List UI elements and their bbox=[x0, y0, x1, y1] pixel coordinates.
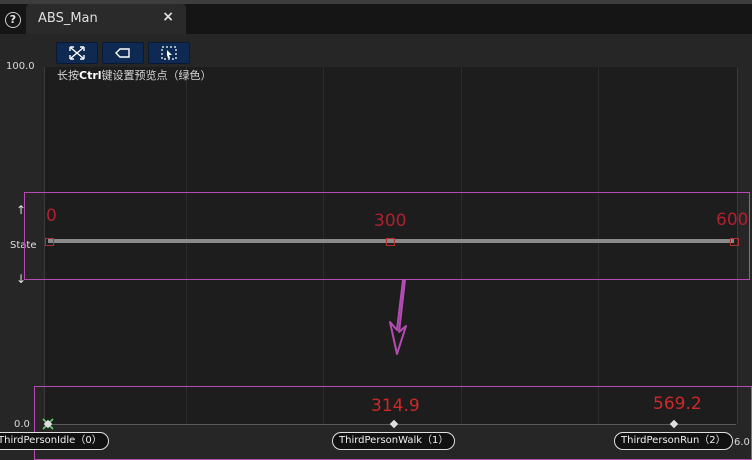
fit-view-button[interactable] bbox=[56, 42, 98, 64]
sample-label-walk[interactable]: ThirdPersonWalk（1） bbox=[332, 432, 456, 450]
sample-label-run[interactable]: ThirdPersonRun（2） bbox=[614, 432, 733, 450]
sample-label-idle[interactable]: ThirdPersonIdle（0） bbox=[0, 432, 109, 450]
select-button[interactable] bbox=[148, 42, 190, 64]
preview-point-icon[interactable] bbox=[41, 417, 55, 431]
tab-abs-man[interactable]: ABS_Man × bbox=[26, 4, 186, 34]
x-axis-max: 6.0 bbox=[734, 437, 750, 448]
state-value-label: 0 bbox=[46, 206, 57, 226]
close-icon[interactable]: × bbox=[162, 9, 174, 25]
annotation-box-state-track bbox=[24, 192, 750, 280]
state-marker-0[interactable] bbox=[45, 238, 54, 246]
sample-value-label: 569.2 bbox=[653, 394, 702, 414]
annotation-arrow bbox=[389, 279, 407, 355]
state-value-label: 300 bbox=[374, 211, 407, 231]
ctrl-hint-text: 长按Ctrl键设置预览点（绿色） bbox=[57, 69, 212, 82]
help-icon[interactable]: ? bbox=[5, 12, 21, 28]
label-icon bbox=[115, 48, 130, 58]
state-marker-600[interactable] bbox=[730, 238, 739, 246]
tab-title: ABS_Man bbox=[38, 11, 98, 26]
y-axis-max: 100.0 bbox=[6, 61, 35, 72]
expand-icon bbox=[69, 46, 85, 60]
state-marker-300[interactable] bbox=[386, 238, 395, 246]
tag-button[interactable] bbox=[102, 42, 144, 64]
state-value-label: 600 bbox=[716, 210, 749, 230]
y-axis-min: 0.0 bbox=[14, 419, 30, 430]
select-cursor-icon bbox=[161, 46, 177, 60]
sample-value-label: 314.9 bbox=[371, 396, 420, 416]
